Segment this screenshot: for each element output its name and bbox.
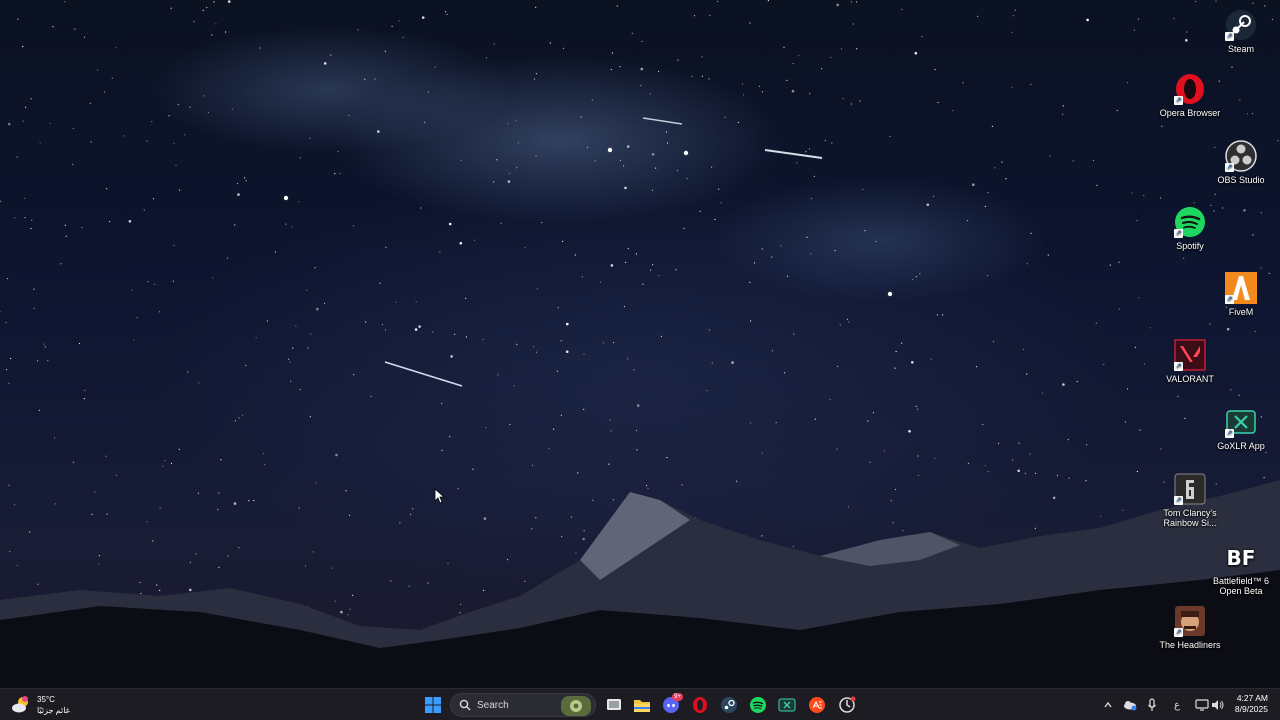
- taskbar: 35°C غائم جزئيًا Search 9+ ع 4:27 AM 8/9…: [0, 688, 1280, 720]
- desktop-icon-label: Spotify: [1176, 241, 1204, 251]
- search-highlight-icon: [561, 696, 591, 716]
- desktop-icon-label: Steam: [1227, 44, 1254, 54]
- shortcut-arrow-icon: ↗: [1174, 496, 1183, 505]
- shortcut-arrow-icon: ↗: [1225, 295, 1234, 304]
- network-icon: [1195, 699, 1209, 711]
- headliners-icon: ↗: [1173, 604, 1207, 638]
- desktop-icon-label: Opera Browser: [1159, 108, 1221, 118]
- spotify-icon: [750, 697, 766, 713]
- desktop-icon-spotify[interactable]: ↗ Spotify: [1157, 205, 1223, 251]
- shortcut-arrow-icon: ↗: [1174, 628, 1183, 637]
- desktop-icon-battlefield[interactable]: BF Battlefield™ 6 Open Beta: [1208, 540, 1274, 596]
- desktop-icon-label: Tom Clancy's Rainbow Si...: [1163, 508, 1217, 528]
- steam-icon: [721, 697, 737, 713]
- partly-cloudy-icon: [12, 696, 28, 713]
- weather-widget[interactable]: 35°C غائم جزئيًا: [10, 693, 70, 717]
- desktop-icon-goxlr[interactable]: ↗ GoXLR App: [1208, 405, 1274, 451]
- desktop-icon-rainbow-six[interactable]: ↗ Tom Clancy's Rainbow Si...: [1157, 472, 1223, 528]
- desktop-icon-label: FiveM: [1228, 307, 1254, 317]
- search-placeholder: Search: [477, 699, 509, 711]
- task-view-icon: [607, 699, 621, 710]
- tray-language[interactable]: ع: [1169, 697, 1185, 713]
- taskbar-opera[interactable]: [688, 693, 712, 717]
- mountain-silhouette: [0, 117, 1280, 688]
- chevron-up-icon: [1104, 701, 1112, 708]
- rainbow-six-icon: ↗: [1173, 472, 1207, 506]
- folder-icon: [634, 700, 650, 712]
- tray-onedrive[interactable]: [1122, 697, 1138, 713]
- taskbar-file-explorer[interactable]: [630, 693, 654, 717]
- taskbar-pinned-app[interactable]: [835, 693, 859, 717]
- desktop-icon-label: GoXLR App: [1217, 441, 1265, 451]
- desktop-wallpaper[interactable]: [0, 0, 1280, 688]
- task-view-button[interactable]: [602, 693, 626, 717]
- microphone-icon: [1148, 698, 1156, 711]
- shortcut-arrow-icon: ↗: [1225, 32, 1234, 41]
- taskbar-steam[interactable]: [717, 693, 741, 717]
- shortcut-arrow-icon: ↗: [1225, 163, 1234, 172]
- desktop-icon-label: Battlefield™ 6 Open Beta: [1212, 576, 1270, 596]
- discord-notification-badge: 9+: [672, 693, 683, 701]
- cloud-icon: [1124, 701, 1137, 711]
- tray-network[interactable]: [1194, 697, 1210, 713]
- shortcut-arrow-icon: ↗: [1174, 362, 1183, 371]
- opera-icon: [693, 697, 707, 713]
- fivem-icon: ↗: [1224, 271, 1258, 305]
- taskbar-spotify[interactable]: [746, 693, 770, 717]
- show-hidden-icons-button[interactable]: [1100, 697, 1116, 713]
- steam-icon: ↗: [1224, 8, 1258, 42]
- desktop-icon-label: VALORANT: [1166, 374, 1214, 384]
- app-icon: [839, 696, 856, 713]
- clock-time: 4:27 AM: [1236, 693, 1268, 703]
- desktop-icon-label: The Headliners: [1159, 640, 1221, 650]
- shortcut-arrow-icon: ↗: [1174, 96, 1183, 105]
- desktop-icon-fivem[interactable]: ↗ FiveM: [1208, 271, 1274, 317]
- desktop-icon-label: OBS Studio: [1217, 175, 1265, 185]
- shortcut-arrow-icon: ↗: [1174, 229, 1183, 238]
- weather-temperature: 35°C: [37, 695, 55, 704]
- desktop-icon-headliners[interactable]: ↗ The Headliners: [1157, 604, 1223, 650]
- obs-icon: ↗: [1224, 139, 1258, 173]
- desktop-icon-obs[interactable]: ↗ OBS Studio: [1208, 139, 1274, 185]
- taskbar-discord[interactable]: 9+: [659, 693, 683, 717]
- taskbar-ea-app[interactable]: [805, 693, 829, 717]
- tray-volume[interactable]: [1210, 697, 1226, 713]
- taskbar-clock[interactable]: 4:27 AM 8/9/2025: [1235, 693, 1268, 715]
- tray-microphone[interactable]: [1144, 697, 1160, 713]
- goxlr-icon: ↗: [1224, 405, 1258, 439]
- windows-logo-icon: [425, 697, 441, 713]
- desktop-icon-steam[interactable]: ↗ Steam: [1208, 8, 1274, 54]
- weather-description: غائم جزئيًا: [37, 706, 70, 715]
- spotify-icon: ↗: [1173, 205, 1207, 239]
- search-icon: [459, 699, 471, 711]
- desktop-icon-opera[interactable]: ↗ Opera Browser: [1157, 72, 1223, 118]
- desktop-icon-valorant[interactable]: ↗ VALORANT: [1157, 338, 1223, 384]
- mouse-cursor-icon: [434, 488, 444, 504]
- battlefield-icon: BF: [1224, 540, 1258, 574]
- clock-date: 8/9/2025: [1234, 704, 1268, 714]
- goxlr-icon: [778, 698, 796, 712]
- start-button[interactable]: [421, 693, 445, 717]
- svg-text:BF: BF: [1227, 546, 1256, 570]
- speaker-icon: [1212, 700, 1224, 710]
- valorant-icon: ↗: [1173, 338, 1207, 372]
- taskbar-goxlr[interactable]: [775, 693, 799, 717]
- taskbar-search-box[interactable]: Search: [450, 693, 596, 717]
- shortcut-arrow-icon: ↗: [1225, 429, 1234, 438]
- opera-icon: ↗: [1173, 72, 1207, 106]
- ea-icon: [809, 697, 825, 713]
